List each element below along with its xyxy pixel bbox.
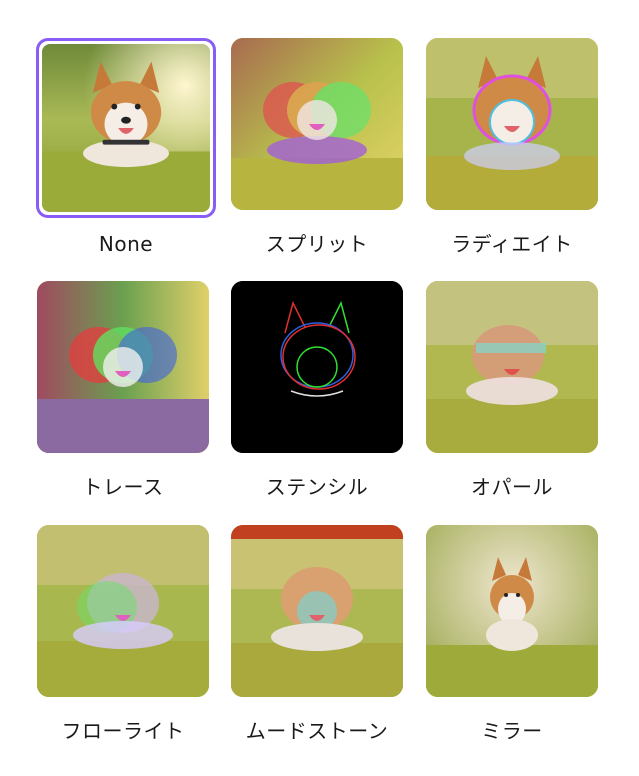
filter-grid: None スプリット ラディエイト トレース ステンシル オパール フローライト… bbox=[0, 0, 639, 776]
filter-option-moodstone[interactable]: ムードストーン bbox=[227, 525, 407, 755]
filter-label: オパール bbox=[471, 475, 553, 499]
dog-photo-none bbox=[42, 44, 210, 212]
filter-thumbnail[interactable] bbox=[231, 525, 403, 697]
filter-option-mirror[interactable]: ミラー bbox=[422, 525, 602, 755]
filter-label: トレース bbox=[82, 475, 164, 499]
filter-option-trace[interactable]: トレース bbox=[33, 281, 213, 511]
dog-photo-opal bbox=[426, 281, 598, 453]
filter-label: スプリット bbox=[265, 232, 369, 256]
dog-photo-mirror bbox=[426, 525, 598, 697]
filter-label: ミラー bbox=[481, 719, 543, 743]
filter-thumbnail[interactable] bbox=[426, 281, 598, 453]
dog-photo-moodstone bbox=[231, 525, 403, 697]
filter-label: フローライト bbox=[61, 719, 185, 743]
filter-thumbnail[interactable] bbox=[37, 281, 209, 453]
filter-option-stencil[interactable]: ステンシル bbox=[227, 281, 407, 511]
filter-option-none[interactable]: None bbox=[36, 38, 216, 272]
filter-thumbnail[interactable] bbox=[37, 525, 209, 697]
filter-thumbnail[interactable] bbox=[426, 525, 598, 697]
filter-thumbnail[interactable] bbox=[231, 38, 403, 210]
filter-option-flowlight[interactable]: フローライト bbox=[33, 525, 213, 755]
filter-label: ステンシル bbox=[265, 475, 369, 499]
filter-label: ムードストーン bbox=[245, 719, 389, 743]
filter-label: ラディエイト bbox=[451, 232, 573, 256]
filter-option-radiate[interactable]: ラディエイト bbox=[422, 38, 602, 268]
filter-thumbnail[interactable] bbox=[231, 281, 403, 453]
filter-label: None bbox=[98, 232, 154, 256]
filter-thumbnail[interactable] bbox=[426, 38, 598, 210]
dog-photo-trace bbox=[37, 281, 209, 453]
filter-option-split[interactable]: スプリット bbox=[227, 38, 407, 268]
filter-option-opal[interactable]: オパール bbox=[422, 281, 602, 511]
dog-photo-stencil bbox=[231, 281, 403, 453]
dog-photo-flowlight bbox=[37, 525, 209, 697]
dog-photo-radiate bbox=[426, 38, 598, 210]
filter-thumbnail[interactable] bbox=[36, 38, 216, 218]
dog-photo-split bbox=[231, 38, 403, 210]
